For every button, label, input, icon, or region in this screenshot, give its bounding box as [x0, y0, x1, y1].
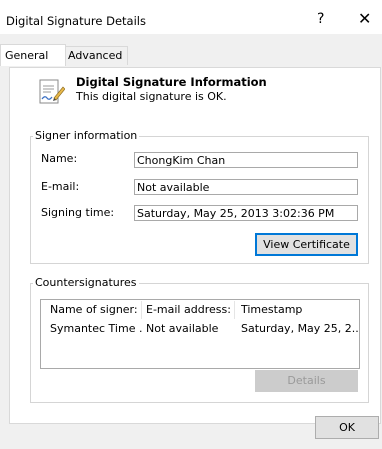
countersignatures-list[interactable]: Name of signer: E-mail address: Timestam… — [40, 299, 360, 369]
name-field[interactable]: ChongKim Chan — [134, 152, 358, 168]
details-button[interactable]: Details — [255, 370, 358, 392]
help-button[interactable]: ? — [317, 11, 324, 27]
row-signer-name[interactable]: Symantec Time ... — [50, 322, 142, 335]
signed-document-icon — [39, 79, 65, 104]
column-header-timestamp[interactable]: Timestamp — [241, 303, 357, 316]
row-email[interactable]: Not available — [146, 322, 236, 335]
close-button[interactable]: ✕ — [358, 9, 371, 28]
column-header-name[interactable]: Name of signer: — [50, 303, 140, 316]
tab-general[interactable]: General — [0, 44, 66, 66]
column-header-email[interactable]: E-mail address: — [146, 303, 236, 316]
signing-time-label: Signing time: — [41, 206, 115, 219]
name-label: Name: — [41, 152, 78, 165]
signature-info-title: Digital Signature Information — [76, 75, 267, 89]
row-timestamp[interactable]: Saturday, May 25, 2... — [241, 322, 359, 335]
column-divider[interactable] — [234, 301, 235, 319]
column-divider[interactable] — [141, 301, 142, 319]
email-field[interactable]: Not available — [134, 179, 358, 195]
signer-information-legend: Signer information — [33, 129, 140, 143]
signature-status-text: This digital signature is OK. — [76, 90, 227, 103]
email-label: E-mail: — [41, 180, 80, 193]
ok-button[interactable]: OK — [315, 416, 379, 439]
view-certificate-button[interactable]: View Certificate — [255, 233, 358, 256]
signing-time-field[interactable]: Saturday, May 25, 2013 3:02:36 PM — [134, 205, 358, 221]
title-bar: Digital Signature Details ? ✕ — [0, 0, 382, 34]
window-title: Digital Signature Details — [6, 14, 146, 28]
countersignatures-legend: Countersignatures — [33, 276, 139, 290]
tab-advanced[interactable]: Advanced — [63, 46, 128, 65]
